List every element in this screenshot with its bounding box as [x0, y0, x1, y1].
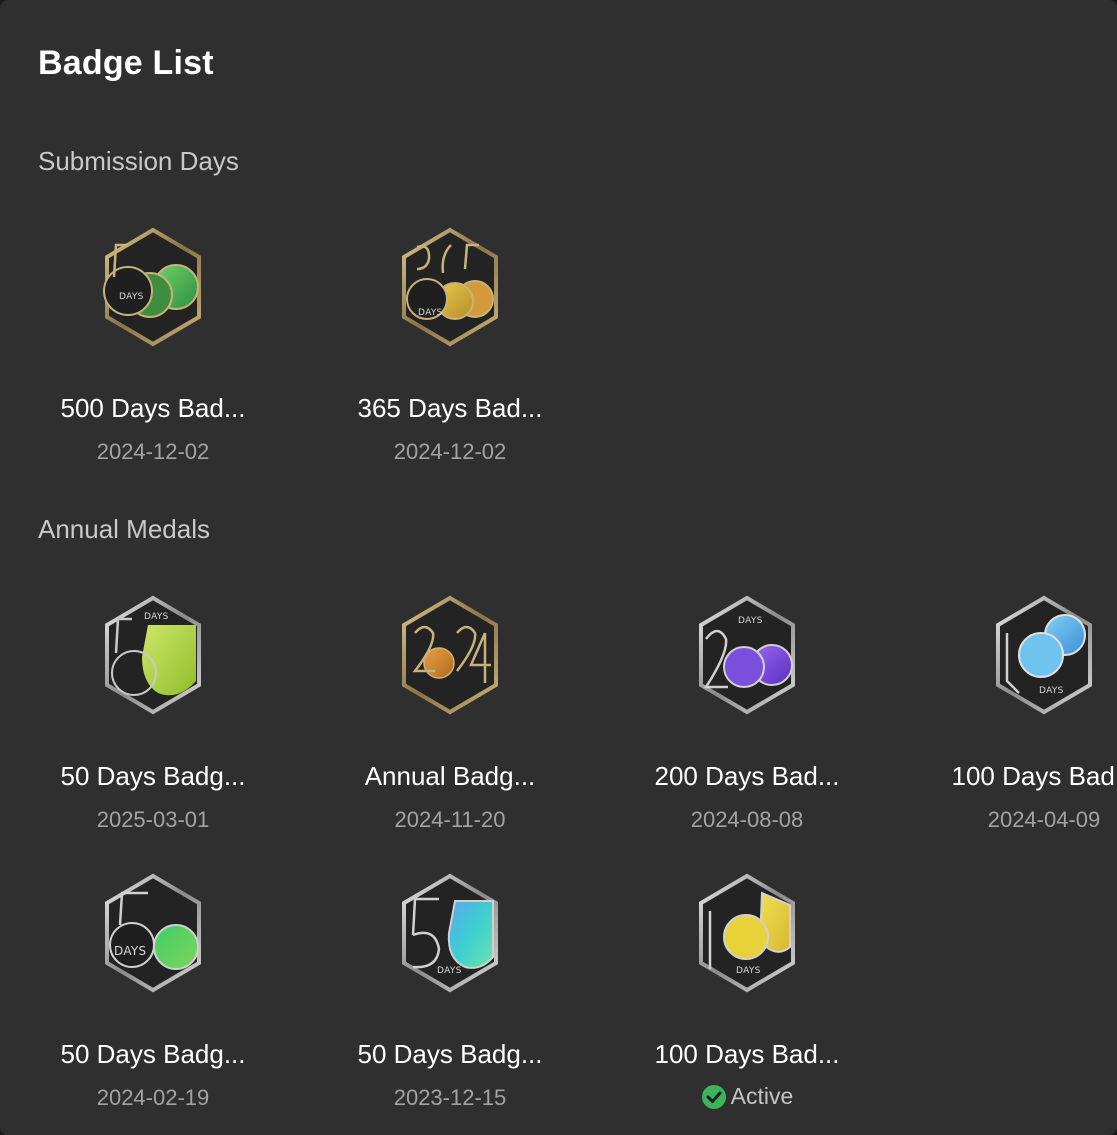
badge-card[interactable]: DAYS 200 Days Bad... 2024-08-08 [632, 593, 862, 832]
badge-card[interactable]: Annual Badg... 2024-11-20 [335, 593, 565, 832]
section-label-annual-medals: Annual Medals [38, 514, 210, 544]
badge-status-label: Active [730, 1083, 794, 1109]
badge-date: 2024-12-02 [393, 439, 507, 464]
badge-name: Annual Badg... [364, 761, 536, 791]
svg-text:DAYS: DAYS [738, 616, 763, 626]
page-title: Badge List [38, 44, 214, 82]
badge-card[interactable]: DAYS 50 Days Badg... 2023-12-15 [335, 871, 565, 1110]
svg-text:DAYS: DAYS [144, 612, 169, 622]
50-days-badge-icon: DAYS [402, 873, 498, 993]
badge-date: 2024-04-09 [987, 807, 1101, 832]
badge-name: 200 Days Bad... [654, 761, 840, 791]
badge-date: 2024-02-19 [96, 1085, 210, 1110]
badge-date: 2023-12-15 [393, 1085, 507, 1110]
badge-date: 2024-11-20 [394, 807, 506, 832]
badge-name: 50 Days Badg... [60, 761, 246, 791]
badge-name: 100 Days Bad... [951, 761, 1117, 791]
badge-card[interactable]: DAYS 500 Days Bad... 2024-12-02 [38, 225, 268, 464]
badge-date: 2024-12-02 [96, 439, 210, 464]
badge-card[interactable]: DAYS 100 Days Bad... 2024-04-09 [929, 593, 1117, 832]
100-days-badge-icon: DAYS [699, 873, 795, 993]
badge-card[interactable]: DAYS 100 Days Bad... Active [632, 871, 862, 1109]
badge-card[interactable]: DAYS 50 Days Badg... 2025-03-01 [38, 593, 268, 832]
svg-text:DAYS: DAYS [114, 944, 146, 958]
500-days-badge-icon: DAYS [103, 227, 201, 347]
badge-name: 100 Days Bad... [654, 1039, 840, 1069]
50-days-badge-icon: DAYS [105, 873, 201, 993]
badge-date: 2024-08-08 [690, 807, 804, 832]
badge-date: 2025-03-01 [96, 807, 210, 832]
svg-text:DAYS: DAYS [736, 966, 761, 976]
annual-badge-2024-icon [402, 595, 498, 715]
200-days-badge-icon: DAYS [699, 595, 795, 715]
50-days-badge-icon: DAYS [105, 595, 201, 715]
badge-name: 500 Days Bad... [60, 393, 246, 423]
check-circle-icon [701, 1084, 726, 1109]
svg-text:DAYS: DAYS [418, 308, 443, 318]
section-label-submission-days: Submission Days [38, 146, 239, 176]
svg-text:DAYS: DAYS [1039, 686, 1064, 696]
badge-card[interactable]: DAYS 50 Days Badg... 2024-02-19 [38, 871, 268, 1110]
badge-status: Active [632, 1083, 862, 1110]
badge-name: 50 Days Badg... [60, 1039, 246, 1069]
365-days-badge-icon: DAYS [402, 227, 498, 347]
badge-name: 50 Days Badg... [357, 1039, 543, 1069]
badge-list-panel: Badge List Submission Days DAYS 500 Days… [0, 0, 1117, 1135]
badge-name: 365 Days Bad... [357, 393, 543, 423]
svg-text:DAYS: DAYS [119, 292, 144, 302]
svg-text:DAYS: DAYS [437, 966, 462, 976]
badge-card[interactable]: DAYS 365 Days Bad... 2024-12-02 [335, 225, 565, 464]
100-days-badge-icon: DAYS [996, 595, 1092, 715]
